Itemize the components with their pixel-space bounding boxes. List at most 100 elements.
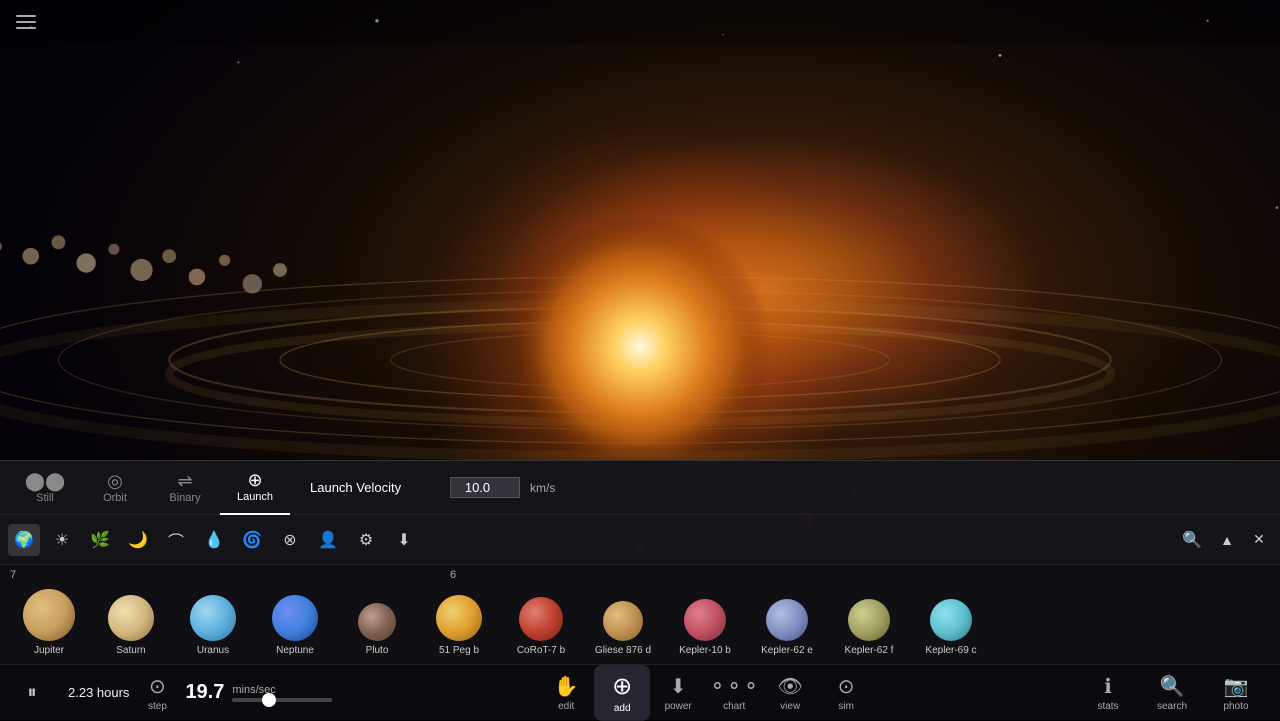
filter-close-icon[interactable]: ✕ [1246, 527, 1272, 553]
toolbar-view[interactable]: 👁 view [762, 665, 818, 721]
filter-download[interactable]: ⬇ [388, 524, 420, 556]
time-display: 2.23 hours [68, 685, 129, 700]
speed-value: 19.7 [185, 681, 224, 704]
planet-neptune-label: Neptune [276, 645, 314, 656]
planet-kepler62e-label: Kepler-62 e [761, 645, 813, 656]
toolbar-right: ℹ stats 🔍 search 📷 photo [1080, 665, 1264, 721]
toolbar-add[interactable]: ⊕ add [594, 665, 650, 721]
planet-kepler69c-circle [930, 599, 972, 641]
chart-label: chart [723, 701, 745, 712]
filter-gear[interactable]: ⚙ [350, 524, 382, 556]
planet-gliese876d-label: Gliese 876 d [595, 645, 651, 656]
planet-saturn-circle [108, 595, 154, 641]
toolbar-center: ✋ edit ⊕ add ⬇ power ⚬⚬⚬ chart 👁 view ⊙ … [332, 665, 1080, 721]
toolbar-step[interactable]: ⊙ step [129, 665, 185, 721]
planet-saturn-label: Saturn [116, 645, 145, 656]
toolbar-search[interactable]: 🔍 search [1144, 665, 1200, 721]
toolbar-stats[interactable]: ℹ stats [1080, 665, 1136, 721]
planet-kepler62e-circle [766, 599, 808, 641]
filter-spiral[interactable]: 🌀 [236, 524, 268, 556]
filter-moon[interactable]: 🌙 [122, 524, 154, 556]
planet-kepler69c[interactable]: Kepler-69 c [910, 570, 992, 660]
toolbar-edit[interactable]: ✋ edit [538, 665, 594, 721]
planet-uranus-label: Uranus [197, 645, 229, 656]
toolbar-chart[interactable]: ⚬⚬⚬ chart [706, 665, 762, 721]
planet-51pegb[interactable]: 51 Peg b [418, 570, 500, 660]
top-bar [0, 0, 1280, 44]
planet-kepler62f-label: Kepler-62 f [845, 645, 894, 656]
step-icon: ⊙ [149, 674, 166, 699]
velocity-unit: km/s [530, 481, 555, 495]
toolbar-photo[interactable]: 📷 photo [1208, 665, 1264, 721]
planets-bar: 7 6 Jupiter Saturn Uranus Neptune Pluto [0, 564, 1280, 664]
filter-sun[interactable]: ☀ [46, 524, 78, 556]
filter-target[interactable]: ⊗ [274, 524, 306, 556]
planet-jupiter-label: Jupiter [34, 645, 64, 656]
filter-people[interactable]: 👤 [312, 524, 344, 556]
edit-label: edit [558, 701, 574, 712]
add-label: add [614, 703, 631, 714]
planets-count-left: 7 [10, 569, 16, 581]
planet-kepler69c-label: Kepler-69 c [925, 645, 976, 656]
launch-icon: ⊕ [247, 471, 262, 489]
photo-label: photo [1223, 701, 1248, 712]
planet-gliese876d-circle [603, 601, 643, 641]
planet-jupiter-circle [23, 589, 75, 641]
filter-all-planets[interactable]: 🌍 [8, 524, 40, 556]
planet-kepler62e[interactable]: Kepler-62 e [746, 570, 828, 660]
stats-icon: ℹ [1104, 674, 1112, 699]
planets-count-right: 6 [450, 569, 456, 581]
power-icon: ⬇ [670, 674, 687, 699]
launch-velocity-input[interactable] [450, 477, 520, 498]
filter-water[interactable]: 💧 [198, 524, 230, 556]
binary-icon: ⇌ [177, 472, 192, 490]
planet-gliese876d[interactable]: Gliese 876 d [582, 570, 664, 660]
planet-kepler10b[interactable]: Kepler-10 b [664, 570, 746, 660]
edit-icon: ✋ [554, 674, 579, 699]
tab-orbit[interactable]: ◎ Orbit [80, 461, 150, 515]
launch-velocity-bar: Launch Velocity km/s [300, 470, 1270, 506]
tab-bar: ⬤⬤ Still ◎ Orbit ⇌ Binary ⊕ Launch Launc… [0, 460, 1280, 514]
planet-uranus[interactable]: Uranus [172, 570, 254, 660]
planet-saturn[interactable]: Saturn [90, 570, 172, 660]
view-icon: 👁 [777, 674, 802, 699]
tab-binary-label: Binary [169, 492, 200, 504]
filter-expand-icon[interactable]: ▲ [1214, 527, 1240, 553]
view-label: view [780, 701, 800, 712]
planet-pluto[interactable]: Pluto [336, 570, 418, 660]
planet-corot7b-label: CoRoT-7 b [517, 645, 565, 656]
tab-still[interactable]: ⬤⬤ Still [10, 461, 80, 515]
filter-search-icon[interactable]: 🔍 [1176, 524, 1208, 556]
still-icon: ⬤⬤ [25, 472, 65, 490]
sim-icon: ⊙ [838, 674, 855, 699]
tab-launch[interactable]: ⊕ Launch [220, 461, 290, 515]
planet-51pegb-label: 51 Peg b [439, 645, 479, 656]
speed-slider[interactable] [232, 698, 332, 702]
toolbar: ⏸ 2.23 hours ⊙ step 19.7 mins/sec ✋ edit… [0, 664, 1280, 720]
toolbar-left: ⏸ 2.23 hours [16, 677, 129, 709]
filter-bar: 🌍 ☀ 🌿 🌙 ⌒ 💧 🌀 ⊗ 👤 ⚙ ⬇ 🔍 ▲ ✕ [0, 514, 1280, 564]
orbit-icon: ◎ [107, 472, 123, 490]
planet-jupiter[interactable]: Jupiter [8, 570, 90, 660]
add-icon: ⊕ [612, 672, 632, 701]
step-label: step [148, 701, 167, 712]
planet-uranus-circle [190, 595, 236, 641]
planet-neptune[interactable]: Neptune [254, 570, 336, 660]
chart-icon: ⚬⚬⚬ [709, 674, 759, 699]
pause-button[interactable]: ⏸ [16, 677, 48, 709]
toolbar-power[interactable]: ⬇ power [650, 665, 706, 721]
tab-launch-label: Launch [237, 491, 273, 503]
speed-area: 19.7 mins/sec [185, 681, 332, 704]
photo-icon: 📷 [1224, 674, 1249, 699]
planet-pluto-label: Pluto [366, 645, 389, 656]
planet-neptune-circle [272, 595, 318, 641]
tab-binary[interactable]: ⇌ Binary [150, 461, 220, 515]
toolbar-sim[interactable]: ⊙ sim [818, 665, 874, 721]
filter-earth-like[interactable]: 🌿 [84, 524, 116, 556]
menu-button[interactable] [12, 11, 40, 33]
power-label: power [665, 701, 692, 712]
planet-kepler62f[interactable]: Kepler-62 f [828, 570, 910, 660]
planet-corot7b[interactable]: CoRoT-7 b [500, 570, 582, 660]
filter-rings[interactable]: ⌒ [160, 524, 192, 556]
bottom-area: ⬤⬤ Still ◎ Orbit ⇌ Binary ⊕ Launch Launc… [0, 460, 1280, 720]
